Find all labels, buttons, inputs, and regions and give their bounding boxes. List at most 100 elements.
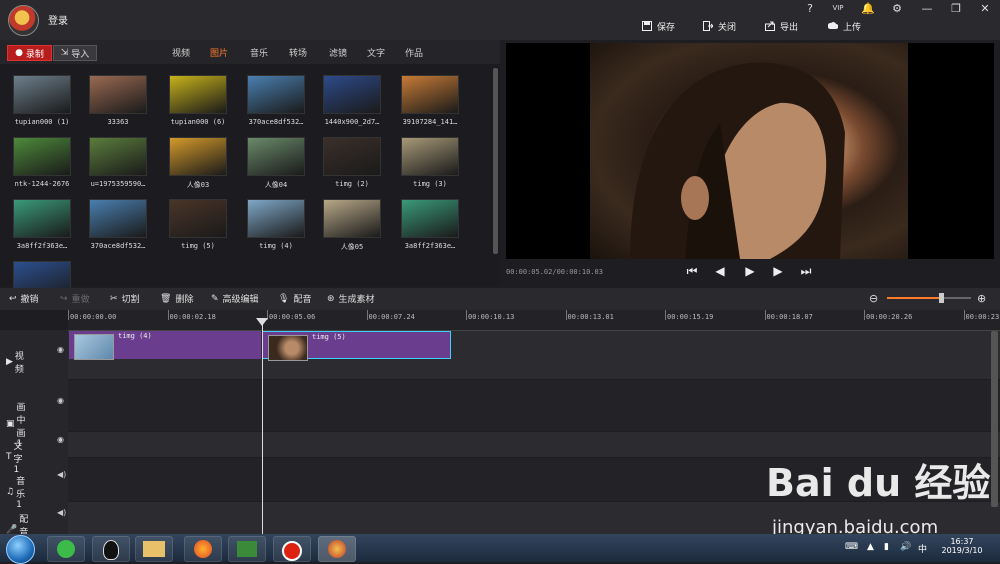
tab-music[interactable]: 音乐: [250, 46, 268, 64]
library-item[interactable]: 3a8ff2f363e…: [10, 199, 74, 249]
ime-icon[interactable]: 中: [918, 542, 927, 555]
maximize-icon[interactable]: ❐: [946, 2, 966, 16]
save-label: 保存: [657, 20, 675, 33]
library-item[interactable]: 33363: [86, 75, 150, 125]
minimize-icon[interactable]: —: [917, 2, 937, 16]
library-item-thumbnail: [13, 199, 71, 238]
taskbar-app-360-icon[interactable]: [47, 536, 85, 562]
start-button-icon[interactable]: [6, 535, 35, 564]
track-visibility-icon[interactable]: ◉: [57, 345, 64, 354]
taskbar-app-explorer-icon[interactable]: [135, 536, 173, 562]
library-scrollbar[interactable]: [493, 68, 498, 254]
record-button[interactable]: ● 录制: [7, 45, 52, 61]
gear-icon[interactable]: ⚙: [887, 2, 907, 16]
help-icon[interactable]: ?: [800, 2, 820, 16]
vip-icon[interactable]: VIP: [828, 4, 848, 18]
taskbar-app-video-editor-icon[interactable]: [318, 536, 356, 562]
zoom-in-icon[interactable]: ⊕: [977, 292, 986, 305]
step-back-icon[interactable]: ◀: [713, 264, 727, 278]
library-item[interactable]: 370ace8df532…: [244, 75, 308, 125]
track-row[interactable]: [0, 380, 1000, 431]
skip-start-icon[interactable]: ⏮: [685, 264, 699, 278]
library-item[interactable]: tupian000 (6): [166, 75, 230, 125]
delete-button[interactable]: 🗑删除: [160, 292, 193, 305]
tab-transitions[interactable]: 转场: [289, 46, 307, 64]
zoom-slider-handle[interactable]: [939, 293, 944, 303]
timeline-ruler[interactable]: 00:00:00.0000:00:02.1800:00:05.0600:00:0…: [68, 310, 1000, 331]
advanced-edit-button[interactable]: ✎高级编辑: [211, 292, 259, 305]
library-item[interactable]: timg (2): [320, 137, 384, 187]
window-close-icon[interactable]: ✕: [975, 2, 995, 16]
clip-label: timg (5): [312, 333, 346, 341]
library-item-caption: timg (3): [398, 180, 462, 188]
baidu-watermark: Bai du 经验: [766, 452, 990, 507]
library-item-thumbnail: [13, 137, 71, 176]
redo-button[interactable]: ↪重做: [60, 292, 90, 305]
taskbar-app-qq-icon[interactable]: [92, 536, 130, 562]
close-button[interactable]: 关闭: [703, 18, 736, 34]
track-label: ▶视频: [6, 349, 24, 375]
network-icon[interactable]: ▮: [884, 542, 889, 552]
library-item[interactable]: 人像03: [166, 137, 230, 187]
taskbar-clock[interactable]: 16:37 2019/3/10: [938, 537, 986, 555]
library-item[interactable]: u=1975359590…: [86, 137, 150, 187]
play-icon[interactable]: ▶: [743, 264, 757, 278]
library-item[interactable]: 370ace8df532…: [86, 199, 150, 249]
library-item-caption: 3a8ff2f363e…: [398, 242, 462, 250]
track-type-icon: ▶: [6, 357, 13, 367]
library-item[interactable]: 人像05: [320, 199, 384, 249]
app-logo-icon[interactable]: [8, 5, 39, 36]
playhead-line[interactable]: [262, 318, 263, 534]
track-visibility-icon[interactable]: ◉: [57, 435, 64, 444]
redo-icon: ↪: [60, 294, 68, 304]
track-visibility-icon[interactable]: ◉: [57, 396, 64, 405]
tab-video[interactable]: 视频: [172, 46, 190, 64]
tray-arrow-icon[interactable]: ▲: [867, 542, 874, 552]
library-item[interactable]: timg (3): [398, 137, 462, 187]
zoom-slider-fill: [887, 297, 942, 299]
split-button[interactable]: ✂切割: [110, 292, 140, 305]
library-item-caption: u=1975359590…: [86, 180, 150, 188]
track-volume-icon[interactable]: ◀): [57, 470, 66, 479]
library-item[interactable]: ntk-1244-2676: [10, 137, 74, 187]
library-item[interactable]: 39107284_141…: [398, 75, 462, 125]
login-link[interactable]: 登录: [48, 12, 68, 27]
library-item[interactable]: 人像04: [244, 137, 308, 187]
taskbar-app-editor-icon[interactable]: [228, 536, 266, 562]
skip-end-icon[interactable]: ⏭: [799, 264, 813, 278]
dubbing-button[interactable]: 🎙配音: [278, 292, 311, 305]
export-button[interactable]: 导出: [765, 18, 798, 34]
library-item[interactable]: timg (4): [244, 199, 308, 249]
tab-filters[interactable]: 滤镜: [329, 46, 347, 64]
timeline-scrollbar[interactable]: [991, 331, 998, 507]
import-button[interactable]: ⇲ 导入: [53, 45, 97, 61]
library-item-thumbnail: [247, 199, 305, 238]
track-type-icon: ▣: [6, 419, 15, 429]
clip-timg-4[interactable]: timg (4): [69, 331, 261, 359]
timeline-toolbar: [0, 288, 1000, 310]
save-button[interactable]: 保存: [642, 18, 675, 34]
zoom-out-icon[interactable]: ⊖: [869, 292, 878, 305]
keyboard-icon[interactable]: ⌨: [845, 542, 858, 552]
track-name: 音乐1: [16, 474, 25, 510]
taskbar-app-firefox-icon[interactable]: [184, 536, 222, 562]
tab-text[interactable]: 文字: [367, 46, 385, 64]
generate-material-button[interactable]: ⊛生成素材: [327, 292, 375, 305]
upload-button[interactable]: 上传: [828, 18, 861, 34]
library-item[interactable]: timg (5): [166, 199, 230, 249]
library-item[interactable]: 3a8ff2f363e…: [398, 199, 462, 249]
tab-works[interactable]: 作品: [405, 46, 423, 64]
library-item[interactable]: 1440x900_2d7…: [320, 75, 384, 125]
volume-icon[interactable]: 🔊: [900, 542, 911, 552]
clip-timg-5[interactable]: timg (5): [262, 331, 451, 359]
step-forward-icon[interactable]: ▶: [771, 264, 785, 278]
library-item[interactable]: tupian000 (1): [10, 75, 74, 125]
preview-image: [590, 43, 908, 259]
tab-images[interactable]: 图片: [210, 46, 228, 66]
bell-icon[interactable]: 🔔: [858, 2, 878, 16]
taskbar-app-recorder-icon[interactable]: [273, 536, 311, 562]
track-volume-icon[interactable]: ◀): [57, 508, 66, 517]
microphone-icon: 🎙: [278, 294, 289, 304]
undo-button[interactable]: ↩撤销: [9, 292, 39, 305]
track-type-icon: T: [6, 452, 12, 462]
